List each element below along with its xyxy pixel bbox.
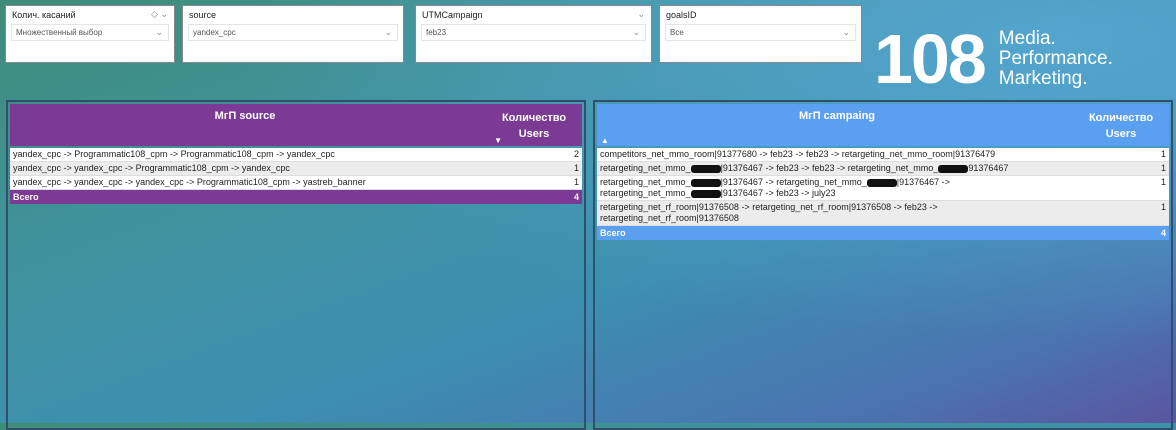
chevron-down-icon: ⌄ — [384, 27, 392, 37]
header-line: Количество — [1088, 112, 1154, 124]
path-segment: |91376467 -> retargeting_net_mmo_ — [720, 177, 867, 187]
count-cell: 1 — [1160, 149, 1166, 159]
path-segment: |91376467 -> feb23 -> feb23 -> retargeti… — [720, 163, 939, 173]
chevron-down-icon: ⌄ — [632, 27, 640, 37]
table-row[interactable]: retargeting_net_mmo_ |91376467 -> retarge… — [597, 176, 1169, 201]
table-row[interactable]: retargeting_net_mmo_ |91376467 -> feb23 -… — [597, 162, 1169, 176]
total-value: 4 — [573, 192, 579, 202]
redaction-mark — [938, 164, 969, 173]
total-row: Всего 4 — [10, 190, 582, 204]
chevron-down-icon: ⌄ — [155, 27, 163, 37]
header-line: Количество — [501, 112, 567, 124]
campaign-path-table: МгП campaing Количество Users ▲ competito… — [593, 100, 1173, 430]
slicer-dropdown[interactable]: yandex_cpc ⌄ — [188, 24, 398, 41]
table-row[interactable]: yandex_cpc -> Programmatic108_cpm -> Pro… — [10, 148, 582, 162]
table-row[interactable]: yandex_cpc -> yandex_cpc -> Programmatic… — [10, 162, 582, 176]
logo-tagline: Media. — [998, 28, 1056, 49]
column-header-path[interactable]: МгП campaing — [597, 110, 1077, 122]
path-cell: retargeting_net_rf_room|91376508 -> reta… — [600, 202, 1066, 224]
chevron-down-icon: ⌄ — [842, 27, 850, 37]
slicer-touch-count[interactable]: Колич. касаний ◇ ⌄ Множественный выбор ⌄ — [5, 5, 175, 63]
path-segment: retargeting_net_mmo_ — [600, 177, 691, 187]
source-path-table: МгП source Количество Users ▼ yandex_cpc … — [6, 100, 586, 430]
count-cell: 2 — [573, 149, 579, 159]
column-header-count[interactable]: Количество Users — [1073, 110, 1169, 142]
slicer-source[interactable]: source yandex_cpc ⌄ — [182, 5, 404, 63]
path-cell: competitors_net_mmo_room|91377680 -> feb… — [600, 149, 1066, 160]
table-row[interactable]: retargeting_net_rf_room|91376508 -> reta… — [597, 201, 1169, 226]
count-cell: 1 — [1160, 163, 1166, 173]
sort-asc-icon[interactable]: ▲ — [601, 136, 609, 145]
logo-tagline: Marketing. — [998, 68, 1088, 89]
path-cell: yandex_cpc -> yandex_cpc -> yandex_cpc -… — [13, 177, 366, 187]
table-header: МгП campaing Количество Users ▲ — [597, 104, 1169, 146]
count-cell: 1 — [573, 163, 579, 173]
slicer-utm-campaign[interactable]: UTMCampaign ⌄ feb23 ⌄ — [415, 5, 652, 63]
path-segment: |91376467 -> — [896, 177, 950, 187]
path-segment: retargeting_net_mmo_ — [600, 188, 691, 198]
count-cell: 1 — [573, 177, 579, 187]
count-cell: 1 — [1160, 177, 1166, 187]
path-segment: competitors_net_mmo_room|91377680 -> feb… — [600, 149, 996, 159]
count-cell: 1 — [1160, 202, 1166, 212]
path-segment: 91376467 — [968, 163, 1009, 173]
sort-desc-icon[interactable]: ▼ — [494, 136, 502, 145]
slicer-title: UTMCampaign — [422, 10, 483, 20]
path-segment: retargeting_net_rf_room|91376508 -> reta… — [600, 202, 938, 212]
slicer-title: Колич. касаний — [12, 10, 76, 20]
path-cell: retargeting_net_mmo_ |91376467 -> feb23 -… — [600, 163, 1066, 174]
total-row: Всего 4 — [597, 226, 1169, 240]
path-cell: yandex_cpc -> yandex_cpc -> Programmatic… — [13, 163, 290, 173]
slicer-dropdown[interactable]: feb23 ⌄ — [421, 24, 646, 41]
path-segment: |91376467 -> feb23 -> july23 — [720, 188, 836, 198]
total-label: Всего — [600, 228, 626, 238]
logo-number: 108 — [874, 20, 987, 98]
slicer-dropdown[interactable]: Все ⌄ — [665, 24, 856, 41]
path-cell: yandex_cpc -> Programmatic108_cpm -> Pro… — [13, 149, 335, 159]
logo-tagline: Performance. — [998, 48, 1113, 69]
slicer-value: feb23 — [426, 28, 447, 37]
table-row[interactable]: yandex_cpc -> yandex_cpc -> yandex_cpc -… — [10, 176, 582, 190]
slicer-value: Множественный выбор — [16, 28, 103, 37]
slicer-title: goalsID — [666, 10, 697, 20]
slicer-dropdown[interactable]: Множественный выбор ⌄ — [11, 24, 169, 41]
redaction-mark — [690, 189, 721, 198]
slicer-value: Все — [670, 28, 684, 37]
chevron-down-icon[interactable]: ⌄ — [637, 9, 645, 20]
brand-logo: 108 Media. Performance. Marketing. — [874, 24, 1113, 94]
path-cell: retargeting_net_mmo_ |91376467 -> retarge… — [600, 177, 1066, 199]
redaction-mark — [690, 178, 721, 187]
table-header: МгП source Количество Users ▼ — [10, 104, 582, 146]
redaction-mark — [866, 178, 897, 187]
column-header-path[interactable]: МгП source — [10, 110, 480, 122]
header-line: Users — [1105, 128, 1137, 140]
slicer-value: yandex_cpc — [193, 28, 236, 37]
table-row[interactable]: competitors_net_mmo_room|91377680 -> feb… — [597, 148, 1169, 162]
redaction-mark — [690, 164, 721, 173]
slicer-title: source — [189, 10, 217, 20]
path-segment: retargeting_net_rf_room|91376508 — [600, 213, 739, 223]
path-segment: retargeting_net_mmo_ — [600, 163, 691, 173]
total-label: Всего — [13, 192, 39, 202]
eraser-chevron-icon[interactable]: ◇ ⌄ — [151, 9, 168, 20]
slicer-goals-id[interactable]: goalsID Все ⌄ — [659, 5, 862, 63]
total-value: 4 — [1160, 228, 1166, 238]
